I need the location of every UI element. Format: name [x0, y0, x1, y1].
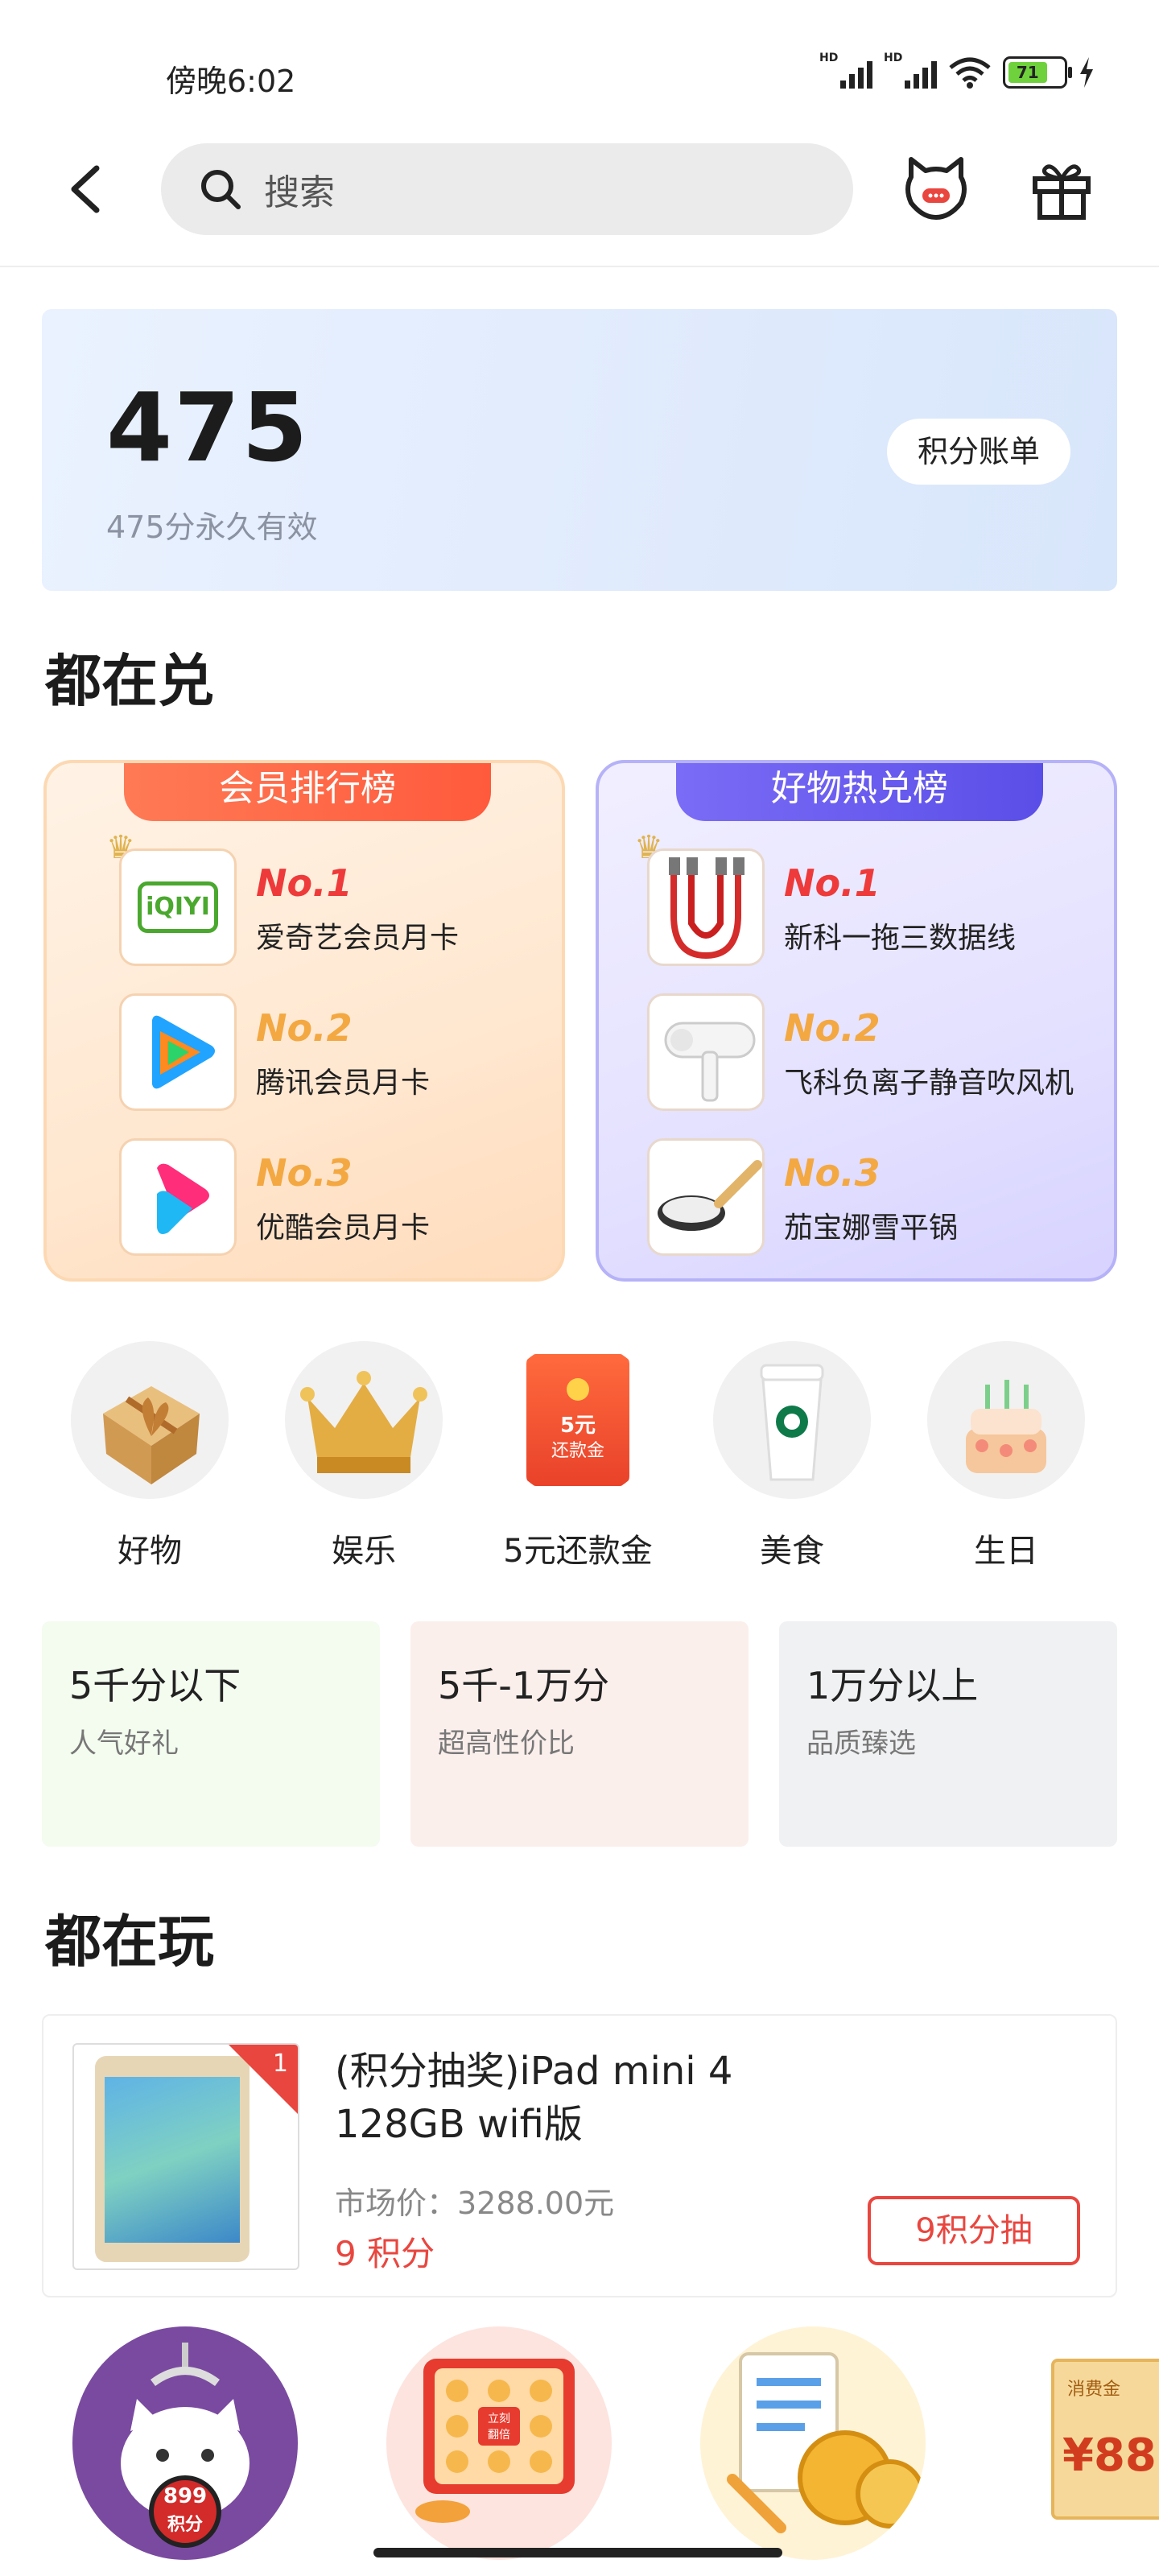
- status-bar: 傍晚6:02 HD HD 71: [0, 0, 1159, 121]
- rank-label: No.3: [256, 1151, 353, 1195]
- category-label: 好物: [118, 1533, 182, 1570]
- rank-label: No.1: [256, 861, 353, 905]
- crown-icon: [285, 1341, 443, 1499]
- home-indicator[interactable]: [373, 2548, 782, 2557]
- birthday-cake-icon: [927, 1341, 1085, 1499]
- back-button[interactable]: [56, 157, 121, 221]
- search-icon: [201, 170, 241, 209]
- points-card: 475 475分永久有效 积分账单: [42, 309, 1117, 591]
- category-goods[interactable]: 好物: [69, 1341, 230, 1571]
- game-claw-machine[interactable]: 899 积分: [72, 2326, 298, 2560]
- category-label: 美食: [760, 1533, 824, 1570]
- tier-subtitle: 超高性价比: [438, 1728, 575, 1760]
- signal-icon: HD: [884, 52, 937, 89]
- cat-icon: [905, 157, 967, 220]
- item-name: 爱奇艺会员月卡: [256, 922, 460, 955]
- rank-label: No.2: [256, 1006, 353, 1050]
- tier-title: 1万分以上: [806, 1664, 979, 1707]
- lottery-title: (积分抽奖)iPad mini 4 128GB wifi版: [335, 2049, 733, 2147]
- tier-subtitle: 人气好礼: [69, 1728, 179, 1760]
- task-coins-icon: [727, 2352, 925, 2533]
- tier-title: 5千分以下: [69, 1664, 241, 1707]
- chevron-left-icon: [71, 165, 100, 213]
- youku-logo-icon: [119, 1138, 237, 1256]
- ipad-image: 1: [72, 2043, 299, 2270]
- red-envelope-icon: 5元 还款金: [499, 1341, 657, 1499]
- rank-label: No.1: [784, 861, 881, 905]
- lottery-card[interactable]: 1 (积分抽奖)iPad mini 4 128GB wifi版 市场价：3288…: [42, 2014, 1117, 2297]
- category-label: 娱乐: [332, 1533, 396, 1570]
- lottery-points-cost: 9 积分: [335, 2234, 435, 2273]
- tencent-video-logo-icon: [119, 993, 237, 1111]
- rank-label: No.3: [784, 1151, 881, 1195]
- top-header: 搜索: [0, 121, 1159, 267]
- status-icons: HD HD 71: [819, 52, 1095, 89]
- game-voucher[interactable]: 消费金 ¥888: [1014, 2326, 1159, 2560]
- market-price: 市场价：3288.00元: [335, 2186, 615, 2221]
- points-bill-button[interactable]: 积分账单: [887, 419, 1070, 485]
- category-label: 生日: [974, 1533, 1038, 1570]
- ranking-item[interactable]: No.1 新科一拖三数据线: [647, 848, 1082, 969]
- cat-mascot-button[interactable]: [900, 153, 972, 225]
- category-entertainment[interactable]: 娱乐: [283, 1341, 444, 1571]
- points-validity: 475分永久有效: [106, 510, 318, 545]
- ranking-item[interactable]: No.3 优酷会员月卡: [119, 1138, 554, 1259]
- tier-under-5k[interactable]: 5千分以下 人气好礼: [42, 1621, 380, 1847]
- gift-button[interactable]: [1027, 155, 1096, 224]
- saucepan-image: [647, 1138, 765, 1256]
- board-title: 会员排行榜: [124, 763, 491, 821]
- corner-badge: 1: [272, 2050, 288, 2078]
- ranking-item[interactable]: No.2 飞科负离子静音吹风机: [647, 993, 1082, 1114]
- member-ranking-board[interactable]: 会员排行榜 ♛ iQIYI No.1 爱奇艺会员月卡 No.2 腾讯会员月卡 N…: [43, 760, 565, 1282]
- rank-label: No.2: [784, 1006, 881, 1050]
- charging-icon: [1080, 57, 1093, 88]
- tier-over-10k[interactable]: 1万分以上 品质臻选: [779, 1621, 1117, 1847]
- gift-icon: [1033, 164, 1091, 220]
- coffee-cup-icon: [713, 1341, 871, 1499]
- category-label: 5元还款金: [503, 1533, 653, 1570]
- points-balance: 475: [106, 372, 310, 483]
- ranking-item[interactable]: No.2 腾讯会员月卡: [119, 993, 554, 1114]
- game-task-coins[interactable]: [700, 2326, 926, 2560]
- battery-icon: 71: [1003, 56, 1072, 89]
- board-title: 好物热兑榜: [676, 763, 1043, 821]
- category-repayment-credit[interactable]: 5元 还款金 5元还款金: [497, 1341, 658, 1571]
- item-name: 茄宝娜雪平锅: [784, 1212, 959, 1245]
- category-food[interactable]: 美食: [711, 1341, 872, 1571]
- hair-dryer-image: [647, 993, 765, 1111]
- game-flip-card[interactable]: 立刻 翻倍: [386, 2326, 612, 2560]
- ranking-item[interactable]: iQIYI No.1 爱奇艺会员月卡: [119, 848, 554, 969]
- wifi-icon: [949, 57, 991, 89]
- tier-5k-10k[interactable]: 5千-1万分 超高性价比: [410, 1621, 749, 1847]
- item-name: 腾讯会员月卡: [256, 1067, 431, 1100]
- usb-cable-image: [647, 848, 765, 966]
- item-name: 优酷会员月卡: [256, 1212, 431, 1245]
- signal-icon: HD: [819, 52, 872, 89]
- item-name: 飞科负离子静音吹风机: [784, 1067, 1074, 1100]
- item-name: 新科一拖三数据线: [784, 922, 1017, 955]
- tier-title: 5千-1万分: [438, 1664, 610, 1707]
- gift-box-icon: [71, 1341, 229, 1499]
- flip-card-icon: [415, 2359, 575, 2523]
- category-birthday[interactable]: 生日: [926, 1341, 1087, 1571]
- search-bar[interactable]: 搜索: [161, 143, 853, 235]
- section-title-play: 都在玩: [45, 1909, 214, 1975]
- hot-goods-board[interactable]: 好物热兑榜 ♛ No.1 新科一拖三数据线 No.2 飞科负离子静音吹风机 No…: [596, 760, 1117, 1282]
- search-placeholder: 搜索: [264, 172, 335, 213]
- tier-subtitle: 品质臻选: [806, 1728, 916, 1760]
- status-time: 傍晚6:02: [166, 64, 296, 99]
- ranking-item[interactable]: No.3 茄宝娜雪平锅: [647, 1138, 1082, 1259]
- iqiyi-logo-icon: iQIYI: [119, 848, 237, 966]
- section-title-exchange: 都在兑: [45, 648, 214, 714]
- draw-button[interactable]: 9积分抽: [868, 2196, 1080, 2265]
